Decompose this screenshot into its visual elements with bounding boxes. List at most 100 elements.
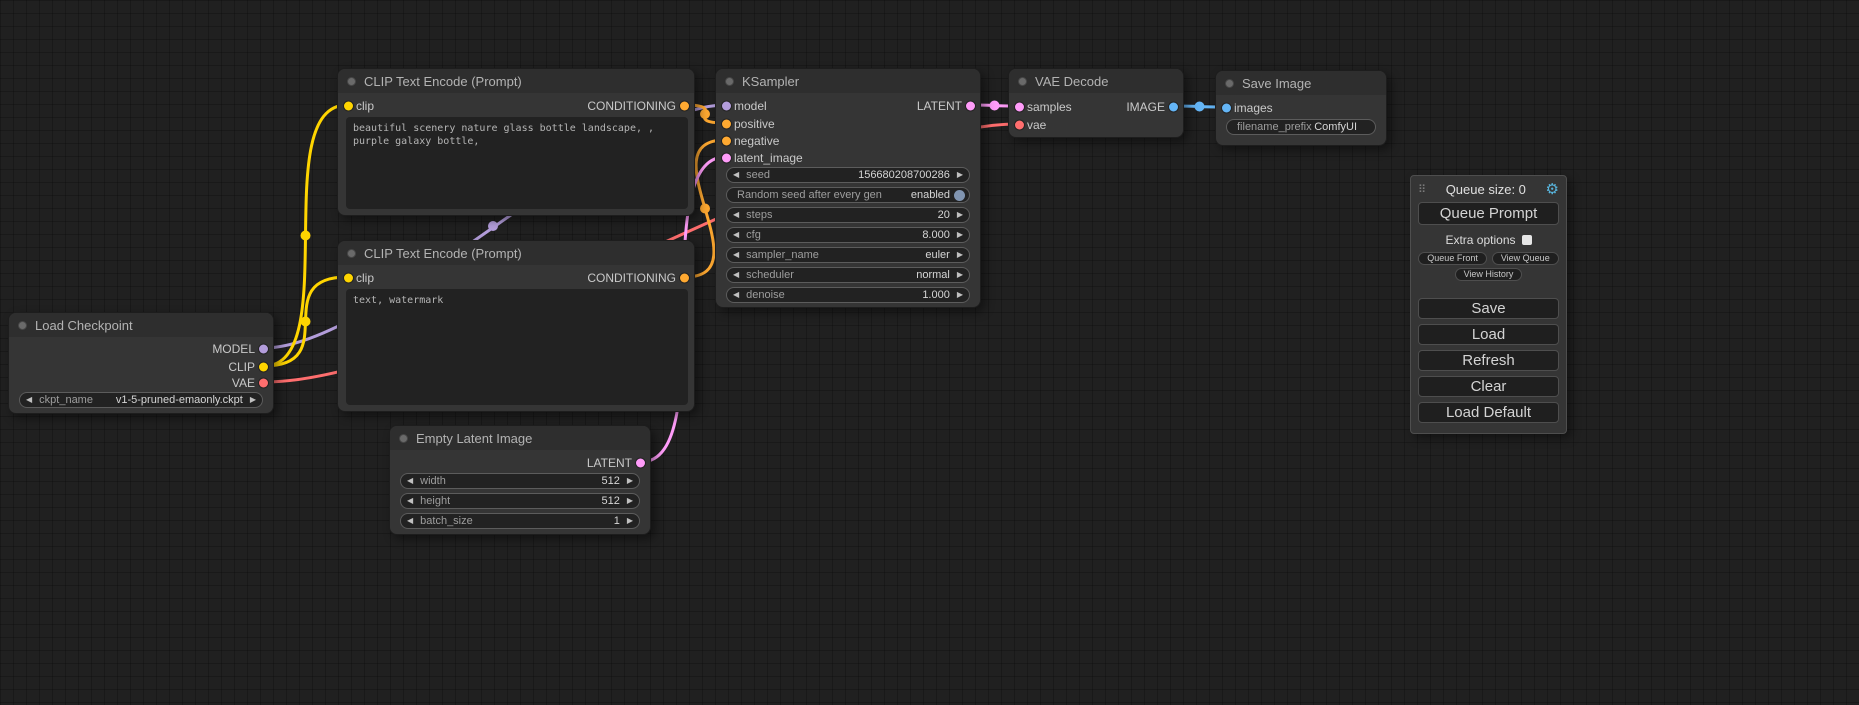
extra-options-label: Extra options (1445, 233, 1515, 247)
queue-prompt-button[interactable]: Queue Prompt (1418, 202, 1559, 225)
widget-ckpt-name[interactable]: ◀ ckpt_name v1-5-pruned-emaonly.ckpt ▶ (19, 392, 263, 408)
input-dot-conditioning[interactable] (722, 120, 731, 129)
node-clip-text-encode-negative[interactable]: CLIP Text Encode (Prompt) clip CONDITION… (337, 240, 695, 412)
node-title: CLIP Text Encode (Prompt) (364, 246, 522, 261)
widget-denoise[interactable]: ◀ denoise 1.000 ▶ (726, 287, 970, 303)
node-status-dot (347, 77, 356, 86)
node-title-bar[interactable]: VAE Decode (1009, 69, 1183, 93)
input-dot-latent[interactable] (1015, 103, 1024, 112)
widget-name: width (420, 475, 446, 487)
decrement-arrow-icon[interactable]: ◀ (407, 517, 413, 525)
increment-arrow-icon[interactable]: ▶ (957, 271, 963, 279)
increment-arrow-icon[interactable]: ▶ (957, 231, 963, 239)
input-dot-clip[interactable] (344, 274, 353, 283)
widget-value: 156680208700286 (858, 169, 950, 181)
toggle-knob[interactable] (954, 190, 965, 201)
node-title-bar[interactable]: CLIP Text Encode (Prompt) (338, 241, 694, 265)
input-dot-vae[interactable] (1015, 121, 1024, 130)
widget-scheduler[interactable]: ◀ scheduler normal ▶ (726, 267, 970, 283)
prompt-text-input[interactable] (346, 117, 688, 209)
refresh-button[interactable]: Refresh (1418, 350, 1559, 371)
node-title-bar[interactable]: CLIP Text Encode (Prompt) (338, 69, 694, 93)
decrement-arrow-icon[interactable]: ◀ (733, 231, 739, 239)
output-slot-model: MODEL (212, 340, 273, 358)
node-empty-latent-image[interactable]: Empty Latent Image LATENT ◀ width 512 ▶ … (389, 425, 651, 535)
output-dot-vae[interactable] (259, 379, 268, 388)
output-slot-conditioning: CONDITIONING (587, 269, 694, 287)
load-button[interactable]: Load (1418, 324, 1559, 345)
decrement-arrow-icon[interactable]: ◀ (407, 477, 413, 485)
comfy-menu-panel[interactable]: ⠿ Queue size: 0 ⚙ Queue Prompt Extra opt… (1410, 175, 1567, 434)
increment-arrow-icon[interactable]: ▶ (957, 211, 963, 219)
decrement-arrow-icon[interactable]: ◀ (733, 291, 739, 299)
widget-random-seed-toggle[interactable]: Random seed after every gen enabled (726, 187, 970, 203)
widget-steps[interactable]: ◀ steps 20 ▶ (726, 207, 970, 223)
widget-sampler-name[interactable]: ◀ sampler_name euler ▶ (726, 247, 970, 263)
decrement-arrow-icon[interactable]: ◀ (26, 396, 32, 404)
increment-arrow-icon[interactable]: ▶ (957, 251, 963, 259)
output-dot-conditioning[interactable] (680, 274, 689, 283)
input-dot-conditioning[interactable] (722, 137, 731, 146)
output-dot-clip[interactable] (259, 363, 268, 372)
widget-width[interactable]: ◀ width 512 ▶ (400, 473, 640, 489)
output-dot-conditioning[interactable] (680, 102, 689, 111)
node-title-bar[interactable]: Load Checkpoint (9, 313, 273, 337)
input-dot-latent[interactable] (722, 154, 731, 163)
output-dot-latent[interactable] (636, 459, 645, 468)
input-slot-positive: positive (716, 115, 775, 133)
view-history-button[interactable]: View History (1455, 268, 1523, 281)
widget-cfg[interactable]: ◀ cfg 8.000 ▶ (726, 227, 970, 243)
decrement-arrow-icon[interactable]: ◀ (407, 497, 413, 505)
widget-filename-prefix[interactable]: filename_prefix ComfyUI (1226, 119, 1376, 135)
output-slot-latent: LATENT (917, 97, 980, 115)
output-dot-image[interactable] (1169, 103, 1178, 112)
node-title-bar[interactable]: Empty Latent Image (390, 426, 650, 450)
input-dot-image[interactable] (1222, 104, 1231, 113)
load-default-button[interactable]: Load Default (1418, 402, 1559, 423)
node-vae-decode[interactable]: VAE Decode samples IMAGE vae (1008, 68, 1184, 138)
decrement-arrow-icon[interactable]: ◀ (733, 171, 739, 179)
decrement-arrow-icon[interactable]: ◀ (733, 211, 739, 219)
widget-height[interactable]: ◀ height 512 ▶ (400, 493, 640, 509)
widget-name: scheduler (746, 269, 794, 281)
increment-arrow-icon[interactable]: ▶ (957, 171, 963, 179)
widget-batch-size[interactable]: ◀ batch_size 1 ▶ (400, 513, 640, 529)
input-dot-model[interactable] (722, 102, 731, 111)
node-clip-text-encode-positive[interactable]: CLIP Text Encode (Prompt) clip CONDITION… (337, 68, 695, 216)
prompt-text-input[interactable] (346, 289, 688, 405)
node-load-checkpoint[interactable]: Load Checkpoint MODEL CLIP VAE ◀ ckpt_na… (8, 312, 274, 414)
widget-name: Random seed after every gen (737, 189, 882, 201)
widget-seed[interactable]: ◀ seed 156680208700286 ▶ (726, 167, 970, 183)
input-label: images (1234, 101, 1273, 115)
increment-arrow-icon[interactable]: ▶ (627, 477, 633, 485)
extra-options-checkbox[interactable] (1522, 235, 1532, 245)
queue-front-button[interactable]: Queue Front (1418, 252, 1487, 265)
queue-size-label: Queue size: 0 (1446, 182, 1526, 197)
input-dot-clip[interactable] (344, 102, 353, 111)
widget-name: ckpt_name (39, 394, 93, 406)
save-button[interactable]: Save (1418, 298, 1559, 319)
clear-button[interactable]: Clear (1418, 376, 1559, 397)
increment-arrow-icon[interactable]: ▶ (627, 497, 633, 505)
widget-value: 20 (938, 209, 950, 221)
node-save-image[interactable]: Save Image images filename_prefix ComfyU… (1215, 70, 1387, 146)
decrement-arrow-icon[interactable]: ◀ (733, 251, 739, 259)
node-graph-canvas[interactable]: Load Checkpoint MODEL CLIP VAE ◀ ckpt_na… (0, 0, 1859, 705)
increment-arrow-icon[interactable]: ▶ (627, 517, 633, 525)
node-title-bar[interactable]: KSampler (716, 69, 980, 93)
output-dot-latent[interactable] (966, 102, 975, 111)
input-slot-images: images (1216, 99, 1273, 117)
decrement-arrow-icon[interactable]: ◀ (733, 271, 739, 279)
node-ksampler[interactable]: KSampler model LATENT positive negative … (715, 68, 981, 308)
widget-name: filename_prefix (1237, 121, 1312, 133)
view-queue-button[interactable]: View Queue (1492, 252, 1559, 265)
increment-arrow-icon[interactable]: ▶ (250, 396, 256, 404)
settings-gear-icon[interactable]: ⚙ (1546, 180, 1559, 198)
node-title-bar[interactable]: Save Image (1216, 71, 1386, 95)
output-label: LATENT (917, 99, 962, 113)
node-status-dot (347, 249, 356, 258)
widget-name: seed (746, 169, 770, 181)
drag-handle-icon[interactable]: ⠿ (1418, 183, 1426, 196)
output-dot-model[interactable] (259, 345, 268, 354)
increment-arrow-icon[interactable]: ▶ (957, 291, 963, 299)
